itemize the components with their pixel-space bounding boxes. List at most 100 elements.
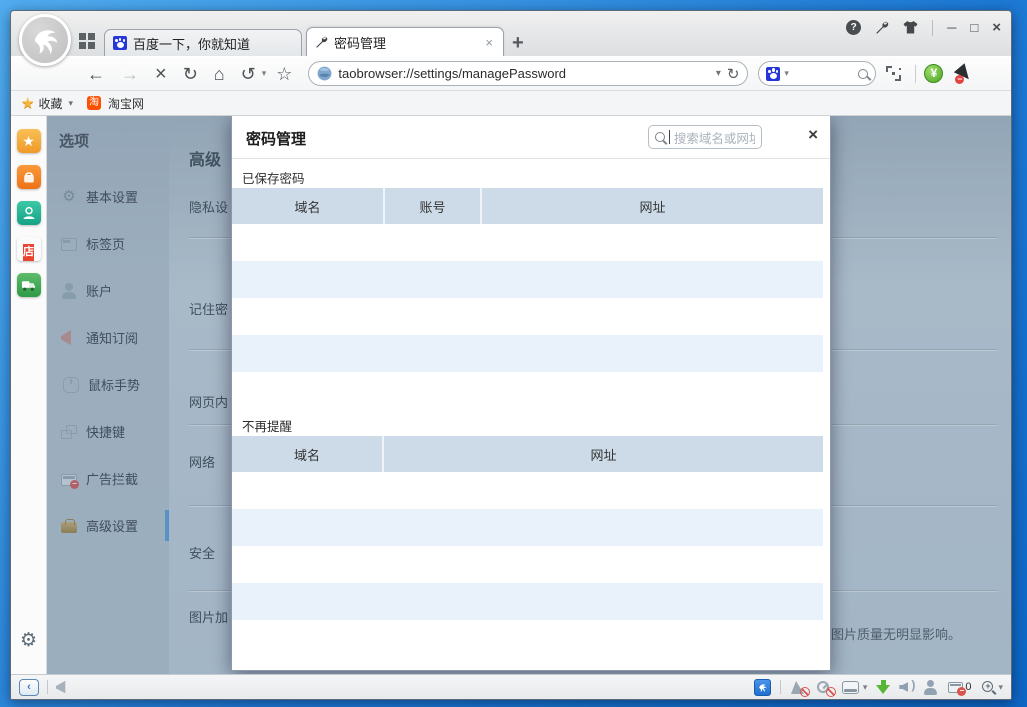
statusbar-panel-button[interactable]	[842, 681, 859, 694]
table-row	[232, 224, 823, 261]
search-icon	[655, 132, 665, 142]
section-label-network: 网络	[189, 452, 215, 471]
wrench-menu-button[interactable]	[875, 21, 889, 35]
baidu-paw-icon	[113, 36, 127, 50]
search-box[interactable]: ▾	[758, 61, 876, 86]
tab-label: 百度一下，你就知道	[133, 34, 293, 53]
contacts-status-icon[interactable]	[924, 680, 939, 695]
column-header-account[interactable]: 账号	[385, 188, 482, 224]
search-engine-dropdown-icon[interactable]: ▾	[784, 68, 789, 79]
coupon-yuan-button[interactable]: ¥	[924, 64, 943, 83]
home-button[interactable]: ⌂	[208, 61, 231, 87]
nav-label: 高级设置	[86, 516, 138, 535]
favorites-star-icon: ★	[21, 94, 34, 112]
address-refresh-icon[interactable]: ↻	[727, 65, 740, 83]
section-label-security: 安全	[189, 543, 215, 562]
bookmark-taobao[interactable]: 淘宝网	[108, 95, 144, 112]
statusbar-separator	[780, 680, 781, 694]
maximize-button[interactable]: □	[970, 20, 978, 35]
taobao-mode-button[interactable]	[754, 679, 771, 696]
gear-icon: ⚙	[61, 189, 77, 205]
disabled-badge-icon	[826, 687, 836, 697]
rail-favorites-button[interactable]: ★	[17, 129, 41, 153]
close-window-button[interactable]: ×	[992, 19, 1001, 36]
address-dropdown-icon[interactable]: ▾	[716, 68, 721, 79]
favorite-star-button[interactable]: ☆	[270, 61, 298, 87]
skin-shirt-button[interactable]	[903, 21, 918, 34]
search-icon[interactable]	[858, 69, 868, 79]
titlebar: ? ─ □ × 百度一下，你就知道 密码管理 ×	[11, 11, 1011, 56]
image-accel-description-partial: 图片质量无明显影响。	[831, 624, 961, 643]
screenshot-button[interactable]	[886, 66, 901, 81]
toolbar-separator	[915, 65, 916, 83]
search-engine-icon[interactable]	[766, 67, 780, 81]
sidebar-item-account[interactable]: 账户	[47, 267, 169, 314]
tab-password-manager[interactable]: 密码管理 ×	[306, 27, 504, 56]
dialog-close-icon[interactable]: ×	[808, 125, 818, 145]
page-zoom-button[interactable]	[980, 680, 995, 695]
search-placeholder: 搜索域名或网址	[674, 128, 755, 147]
favorites-menu[interactable]: 收藏	[38, 95, 62, 112]
download-manager-button[interactable]	[876, 680, 890, 695]
tab-close-icon[interactable]: ×	[483, 35, 495, 50]
browser-logo[interactable]	[19, 14, 71, 66]
sidebar-item-mouse-gestures[interactable]: 鼠标手势	[47, 361, 169, 408]
sidebar-item-basic-settings[interactable]: ⚙ 基本设置	[47, 173, 169, 220]
nav-label: 账户	[86, 281, 112, 300]
column-header-url[interactable]: 网址	[384, 436, 823, 472]
table-row	[232, 546, 823, 583]
browser-window: ? ─ □ × 百度一下，你就知道 密码管理 ×	[10, 10, 1012, 700]
table-header: 域名 网址	[232, 436, 823, 472]
undo-dropdown-icon[interactable]: ▾	[262, 68, 267, 79]
popup-blocker[interactable]: 0	[948, 681, 971, 693]
stop-button[interactable]: ×	[149, 61, 173, 87]
refresh-button[interactable]: ↻	[177, 61, 204, 87]
adblock-cursor-button[interactable]	[955, 65, 973, 83]
settings-nav: 选项 ⚙ 基本设置 标签页 账户 通知订阅	[47, 116, 169, 674]
rail-logistics-button[interactable]	[17, 273, 41, 297]
app-rail: ★ 店	[11, 116, 47, 674]
user-icon	[61, 283, 77, 299]
panel-dropdown-icon[interactable]: ▾	[863, 682, 868, 693]
no-trace-mode-button[interactable]	[790, 680, 807, 695]
volume-icon[interactable]	[899, 680, 915, 694]
announcement-icon[interactable]	[56, 681, 71, 694]
column-header-domain[interactable]: 域名	[232, 436, 384, 472]
undo-closed-tab-button[interactable]: ↺	[235, 61, 262, 87]
sidebar-item-tabs[interactable]: 标签页	[47, 220, 169, 267]
column-header-domain[interactable]: 域名	[232, 188, 385, 224]
text-caret	[669, 130, 670, 144]
swallow-mini-icon	[757, 682, 768, 693]
never-save-label: 不再提醒	[242, 416, 292, 435]
back-button[interactable]: ←	[81, 61, 111, 87]
zoom-dropdown-icon[interactable]: ▾	[998, 682, 1003, 693]
sidebar-item-notifications[interactable]: 通知订阅	[47, 314, 169, 361]
rail-settings-gear[interactable]: ⚙	[20, 629, 37, 652]
search-input[interactable]	[793, 67, 854, 81]
tab-baidu[interactable]: 百度一下，你就知道	[104, 29, 302, 56]
new-tab-button[interactable]: +	[512, 34, 524, 52]
settings-nav-title: 选项	[47, 130, 169, 151]
sidebar-item-adblock[interactable]: 广告拦截	[47, 455, 169, 502]
favorites-dropdown-icon[interactable]: ▾	[68, 98, 73, 109]
sidebar-item-shortcuts[interactable]: 快捷键	[47, 408, 169, 455]
speed-mode-button[interactable]	[816, 680, 833, 695]
shopping-bag-icon	[22, 170, 36, 184]
minimize-button[interactable]: ─	[947, 20, 956, 35]
dialog-search-box[interactable]: 搜索域名或网址	[648, 125, 762, 149]
tab-overview-icon[interactable]	[79, 33, 95, 49]
statusbar-separator	[47, 680, 48, 694]
caption-buttons: ? ─ □ ×	[846, 19, 1001, 36]
sidebar-item-advanced-settings[interactable]: 高级设置	[47, 502, 169, 549]
column-header-url[interactable]: 网址	[482, 188, 823, 224]
page-title: 高级	[189, 146, 221, 170]
address-bar[interactable]: taobrowser://settings/managePassword ▾ ↻	[308, 61, 748, 86]
rail-shop-button[interactable]: 店	[17, 237, 41, 261]
collapse-sidebar-button[interactable]: ‹	[19, 679, 39, 696]
forward-button[interactable]: →	[115, 61, 145, 87]
rail-contacts-button[interactable]	[17, 201, 41, 225]
url-text[interactable]: taobrowser://settings/managePassword	[338, 66, 709, 81]
rail-shopping-bag-button[interactable]	[17, 165, 41, 189]
help-button[interactable]: ?	[846, 20, 861, 35]
saved-passwords-label: 已保存密码	[242, 168, 305, 187]
